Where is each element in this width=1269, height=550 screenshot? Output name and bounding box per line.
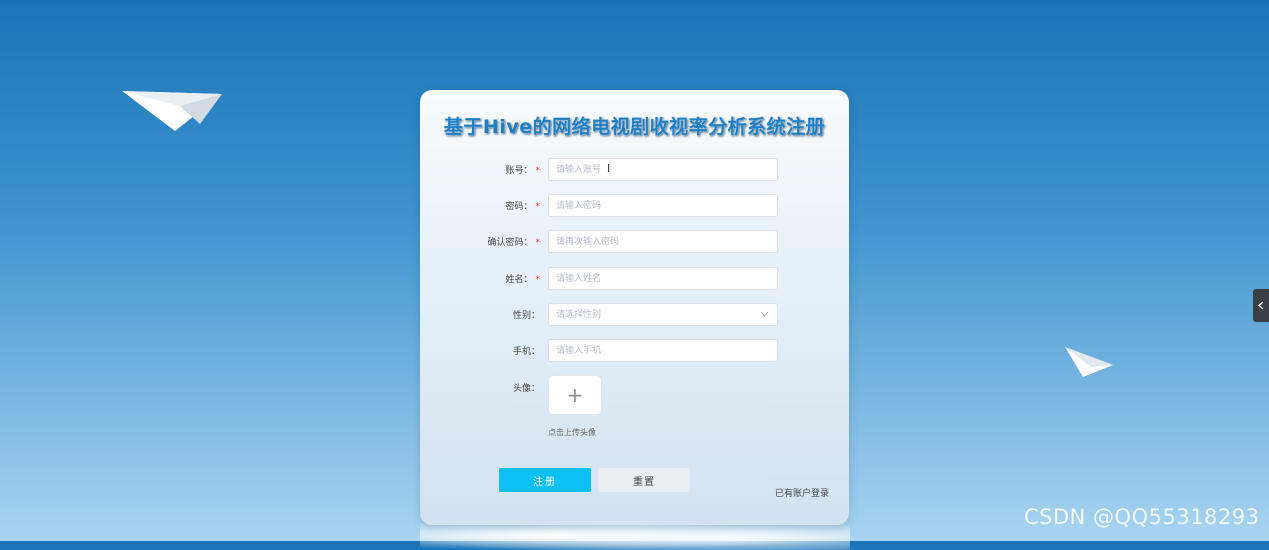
chevron-left-icon	[1258, 301, 1264, 310]
chevron-down-icon	[760, 311, 769, 317]
password-row: 密码： * 请输入密码	[420, 194, 849, 218]
phone-label: 手机：	[512, 347, 540, 357]
password-input[interactable]: 请输入密码	[548, 194, 778, 217]
avatar-row: 头像：	[420, 375, 849, 399]
register-button[interactable]: 注册	[499, 468, 591, 492]
reset-button[interactable]: 重置	[598, 468, 690, 492]
paper-plane-decoration-small	[1065, 347, 1113, 377]
password-label: 密码： *	[505, 202, 541, 212]
name-input[interactable]: 请输入姓名	[548, 267, 778, 290]
required-mark: *	[535, 166, 541, 176]
watermark: CSDN @QQ55318293	[1024, 505, 1260, 529]
required-mark: *	[535, 238, 541, 248]
account-input[interactable]: 请输入账号 I	[548, 158, 778, 181]
name-row: 姓名： * 请输入姓名	[420, 267, 849, 291]
avatar-upload-hint: 点击上传头像	[548, 428, 596, 437]
name-label: 姓名： *	[505, 275, 541, 285]
gender-select[interactable]: 请选择性别	[548, 303, 778, 326]
login-link[interactable]: 已有账户登录	[775, 486, 829, 499]
text-cursor-icon: I	[607, 162, 611, 175]
phone-input[interactable]: 请输入手机	[548, 339, 778, 362]
page-title: 基于Hive的网络电视剧收视率分析系统注册	[443, 116, 826, 138]
confirm-password-input[interactable]: 请再次输入密码	[548, 230, 778, 253]
avatar-label: 头像：	[512, 384, 540, 394]
account-row: 账号： * 请输入账号 I	[420, 158, 849, 182]
required-mark: *	[535, 202, 541, 212]
gender-label: 性别：	[512, 311, 540, 321]
confirm-password-row: 确认密码： * 请再次输入密码	[420, 230, 849, 254]
required-mark: *	[535, 275, 541, 285]
side-panel-toggle[interactable]	[1253, 289, 1269, 322]
gender-row: 性别： 请选择性别	[420, 303, 849, 327]
confirm-password-label: 确认密码： *	[487, 238, 541, 248]
phone-row: 手机： 请输入手机	[420, 339, 849, 363]
avatar-upload-button[interactable]: +	[548, 375, 602, 415]
account-label: 账号： *	[505, 166, 541, 176]
paper-plane-decoration	[122, 91, 222, 131]
plus-icon: +	[566, 383, 584, 407]
register-card: 基于Hive的网络电视剧收视率分析系统注册 账号： * 请输入账号 I 密码： * …	[420, 90, 849, 525]
